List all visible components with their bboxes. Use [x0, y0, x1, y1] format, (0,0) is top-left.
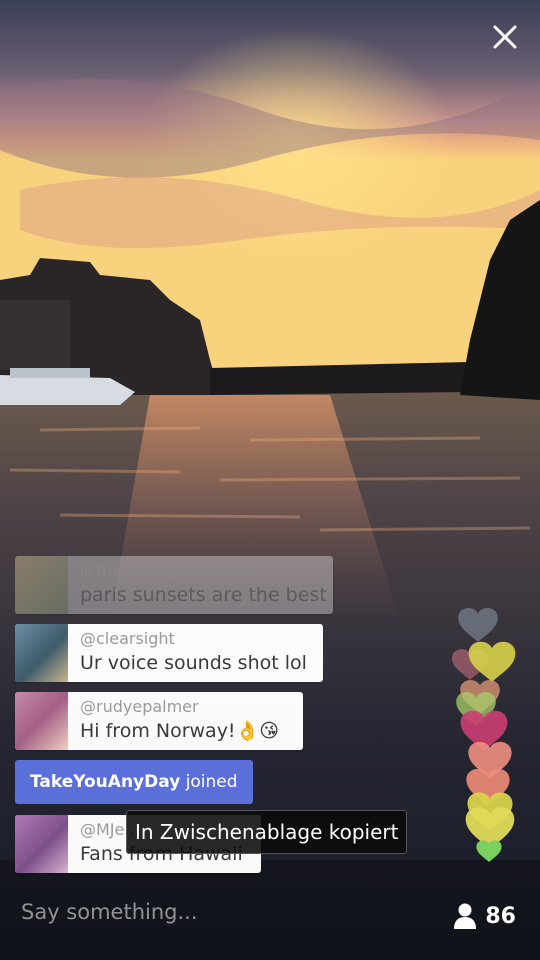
close-button[interactable]: [490, 22, 520, 52]
comment-username: @thedrunkgo...: [80, 561, 204, 580]
comment-item[interactable]: @clearsight Ur voice sounds shot lol: [15, 624, 323, 682]
avatar: [15, 624, 68, 682]
person-icon: [454, 903, 477, 929]
hearts-stream: [452, 607, 516, 862]
comment-username: @rudyepalmer: [80, 697, 199, 716]
join-username: TakeYouAnyDay: [30, 772, 181, 792]
comment-username: @clearsight: [80, 629, 175, 648]
heart-icon: [468, 641, 516, 682]
join-text: joined: [185, 772, 238, 792]
comment-message: paris sunsets are the best: [80, 584, 327, 606]
avatar: [15, 815, 68, 873]
viewer-count[interactable]: 86: [453, 902, 516, 930]
comment-item[interactable]: @rudyepalmer Hi from Norway!👌😘: [15, 692, 303, 750]
close-icon: [493, 25, 517, 49]
join-notice: TakeYouAnyDay joined: [15, 760, 253, 804]
avatar: [15, 556, 68, 614]
clipboard-toast: In Zwischenablage kopiert: [126, 810, 408, 854]
avatar: [15, 692, 68, 750]
heart-icon: [458, 607, 498, 642]
comment-input[interactable]: Say something...: [21, 900, 198, 924]
comment-item[interactable]: @thedrunkgo... paris sunsets are the bes…: [15, 556, 333, 614]
comment-message: Ur voice sounds shot lol: [80, 652, 307, 674]
viewer-count-value: 86: [485, 903, 516, 929]
comment-message: Hi from Norway!👌😘: [80, 720, 280, 742]
bottom-bar: Say something... 86: [0, 890, 540, 960]
